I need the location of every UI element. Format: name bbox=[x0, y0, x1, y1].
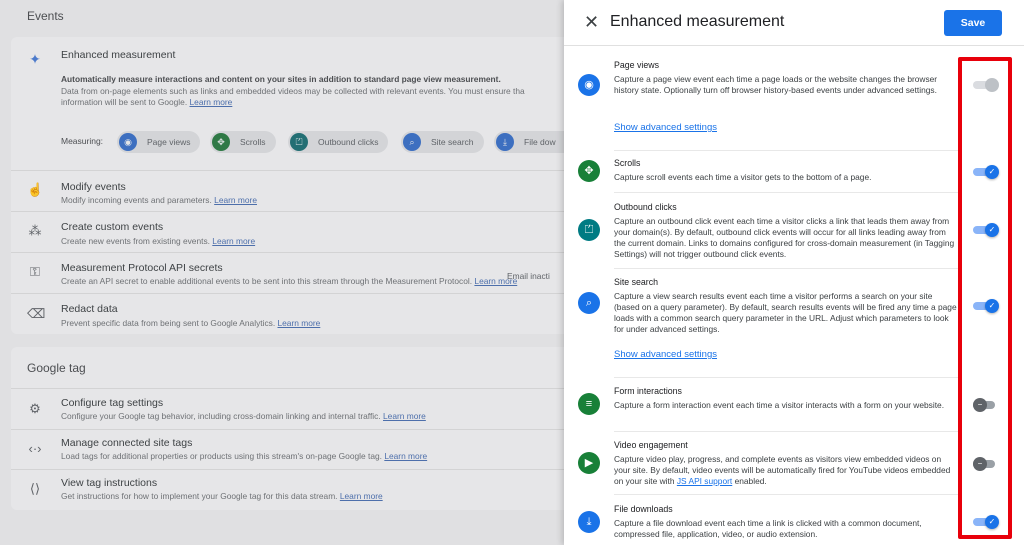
check-icon bbox=[985, 78, 999, 92]
check-icon: ✓ bbox=[985, 165, 999, 179]
setting-desc: Capture video play, progress, and comple… bbox=[614, 454, 951, 486]
show-advanced-settings-link[interactable]: Show advanced settings bbox=[614, 122, 717, 133]
search-icon: ⌕ bbox=[578, 292, 600, 314]
divider bbox=[614, 377, 958, 378]
setting-title: File downloads bbox=[614, 504, 673, 514]
eye-icon: ◉ bbox=[578, 74, 600, 96]
check-icon: ✓ bbox=[985, 299, 999, 313]
divider bbox=[614, 192, 958, 193]
js-api-support-link[interactable]: JS API support bbox=[677, 476, 732, 486]
divider bbox=[614, 494, 958, 495]
setting-title: Video engagement bbox=[614, 440, 688, 450]
setting-desc: Capture an outbound click event each tim… bbox=[614, 216, 955, 259]
setting-title: Page views bbox=[614, 60, 659, 70]
play-icon: ▶ bbox=[578, 452, 600, 474]
setting-title: Outbound clicks bbox=[614, 202, 677, 212]
setting-desc: Capture scroll events each time a visito… bbox=[614, 172, 872, 182]
crosshair-icon: ✥ bbox=[578, 160, 600, 182]
save-button[interactable]: Save bbox=[944, 10, 1002, 36]
form-icon: ≡ bbox=[578, 393, 600, 415]
setting-title: Site search bbox=[614, 277, 659, 287]
panel-header: ✕ Enhanced measurement Save bbox=[564, 0, 1024, 46]
setting-desc: Capture a form interaction event each ti… bbox=[614, 400, 945, 410]
enhanced-measurement-panel: ✕ Enhanced measurement Save ◉ Page views… bbox=[564, 0, 1024, 545]
file-downloads-toggle[interactable]: ✓ bbox=[973, 515, 999, 529]
setting-title: Scrolls bbox=[614, 158, 641, 168]
form-interactions-toggle[interactable]: − bbox=[973, 398, 999, 412]
minus-icon: − bbox=[973, 457, 987, 471]
video-engagement-toggle[interactable]: − bbox=[973, 457, 999, 471]
show-advanced-settings-link[interactable]: Show advanced settings bbox=[614, 349, 717, 360]
setting-desc: Capture a view search results event each… bbox=[614, 291, 957, 334]
setting-desc: Capture a file download event each time … bbox=[614, 518, 922, 539]
panel-title: Enhanced measurement bbox=[610, 13, 785, 30]
divider bbox=[614, 150, 958, 151]
outbound-clicks-toggle[interactable]: ✓ bbox=[973, 223, 999, 237]
check-icon: ✓ bbox=[985, 515, 999, 529]
close-icon[interactable]: ✕ bbox=[584, 12, 599, 33]
download-icon: ⤓ bbox=[578, 511, 600, 533]
mouse-icon: ⏍ bbox=[578, 219, 600, 241]
page-views-toggle[interactable] bbox=[973, 78, 999, 92]
modal-scrim[interactable] bbox=[0, 0, 564, 545]
site-search-toggle[interactable]: ✓ bbox=[973, 299, 999, 313]
divider bbox=[614, 431, 958, 432]
scrolls-toggle[interactable]: ✓ bbox=[973, 165, 999, 179]
setting-title: Form interactions bbox=[614, 386, 682, 396]
divider bbox=[614, 268, 958, 269]
check-icon: ✓ bbox=[985, 223, 999, 237]
setting-desc: Capture a page view event each time a pa… bbox=[614, 74, 938, 95]
minus-icon: − bbox=[973, 398, 987, 412]
